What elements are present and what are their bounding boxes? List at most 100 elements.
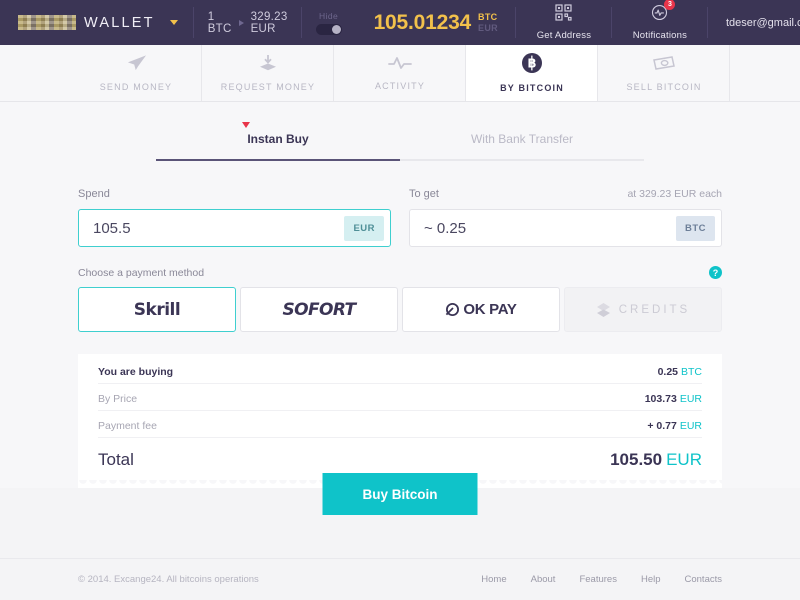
brand-logo-icon [18,15,76,30]
credits-label: CREDITS [618,303,691,316]
bitcoin-circle-icon: B [522,53,542,78]
tab-label: SEND MONEY [99,82,173,92]
pulse-line-icon [388,55,412,76]
total-label: Total [98,450,134,469]
summary-row-value: + 0.77 EUR [647,420,702,432]
footer-link-help[interactable]: Help [641,574,661,585]
question-mark-icon[interactable]: ? [709,266,722,279]
tab-sell-bitcoin[interactable]: SELL BITCOIN [598,45,730,101]
download-tray-icon [258,54,278,77]
rate-from: 1 BTC [207,10,232,35]
credits-logo: CREDITS [596,302,690,318]
exchange-rate-display: 1 BTC 329.23 EUR [194,0,302,45]
qr-code-icon [555,4,573,26]
arrow-right-icon [238,19,244,26]
top-bar: WALLET 1 BTC 329.23 EUR Hide 105.01234 B… [0,0,800,45]
balance-units: BTC EUR [478,12,498,32]
summary-row-amount: + 0.77 [647,420,677,432]
okpay-label: OK PAY [463,301,517,318]
toget-currency-badge: BTC [675,215,715,241]
notifications-icon: 3 [651,0,676,26]
summary-row-label: You are buying [98,366,174,378]
subtab-instan-buy[interactable]: Instan Buy [156,132,400,161]
copyright-text: © 2014. Excange24. All bitcoins operatio… [78,574,259,585]
skrill-logo: Skrill [133,299,181,320]
balance-amount: 105.01234 [373,10,472,34]
buy-form: Spend 105.5 EUR To get at 329.23 EUR eac… [0,161,800,515]
payment-method-credits[interactable]: CREDITS [564,287,722,332]
footer-links: Home About Features Help Contacts [481,574,722,585]
summary-row-label: Payment fee [98,420,157,432]
tab-send-money[interactable]: SEND MONEY [70,45,202,101]
summary-row-you-are-buying: You are buying 0.25 BTC [98,354,702,384]
toggle-knob [331,24,341,34]
hide-toggle-label: Hide [319,10,339,21]
get-address-label: Get Address [536,30,592,41]
order-summary: You are buying 0.25 BTC By Price 103.73 EU… [78,354,722,515]
footer-link-contacts[interactable]: Contacts [685,574,723,585]
notifications-label: Notifications [632,30,688,41]
summary-row-value: 103.73 EUR [645,393,702,405]
toget-value[interactable]: ~ 0.25 [424,220,466,237]
tab-label: REQUEST MONEY [220,82,316,92]
paper-plane-icon [126,54,147,77]
toget-input[interactable]: ~ 0.25 BTC [409,209,722,247]
subtab-with-bank-transfer[interactable]: With Bank Transfer [400,132,644,161]
spend-label: Spend [78,188,110,200]
summary-row-payment-fee: Payment fee + 0.77 EUR [98,411,702,438]
summary-row-amount: 0.25 [657,366,678,378]
tab-activity[interactable]: ACTIVITY [334,45,466,101]
toget-label: To get [409,188,439,200]
sub-tabs: Instan Buy With Bank Transfer [156,102,644,161]
chevron-down-icon [169,20,178,25]
balance-unit-eur: EUR [478,22,498,33]
summary-row-value: 0.25 BTC [658,366,702,378]
summary-lines: You are buying 0.25 BTC By Price 103.73 EU… [78,354,722,480]
toget-field-head: To get at 329.23 EUR each [409,188,722,200]
footer-link-home[interactable]: Home [481,574,506,585]
amount-row: Spend 105.5 EUR To get at 329.23 EUR eac… [78,188,722,247]
wallet-logo-menu[interactable]: WALLET [0,0,194,45]
user-menu[interactable]: tdeser@gmail.com [708,0,800,45]
summary-row-currency: EUR [679,420,702,432]
notification-count-badge: 3 [664,0,676,10]
footer-link-about[interactable]: About [531,574,556,585]
notifications-button[interactable]: 3 Notifications [612,0,708,45]
summary-row-currency: EUR [679,393,702,405]
hide-balance-toggle[interactable]: Hide [302,0,356,45]
tab-request-money[interactable]: REQUEST MONEY [202,45,334,101]
spend-input[interactable]: 105.5 EUR [78,209,391,247]
spend-field-group: Spend 105.5 EUR [78,188,391,247]
get-address-button[interactable]: Get Address [516,0,612,45]
tab-by-bitcoin[interactable]: B BY BITCOIN [466,45,598,101]
payment-method-skrill[interactable]: Skrill [78,287,236,332]
spend-value[interactable]: 105.5 [93,220,131,237]
payment-method-sofort[interactable]: SOFORT [240,287,398,332]
tab-label: BY BITCOIN [500,83,564,93]
spend-currency-badge: EUR [344,215,384,241]
footer: © 2014. Excange24. All bitcoins operatio… [0,558,800,600]
summary-row-by-price: By Price 103.73 EUR [98,384,702,411]
sofort-logo: SOFORT [282,299,356,320]
balance-unit-btc: BTC [478,12,498,23]
banknote-icon [652,55,676,77]
payment-method-okpay[interactable]: OK PAY [402,287,560,332]
rate-to: 329.23 EUR [250,10,288,35]
tab-label: ACTIVITY [374,81,426,91]
summary-row-amount: 103.73 [644,393,677,405]
cursor-pointer-marker [242,122,250,128]
logo-text: WALLET [84,14,155,31]
toget-field-group: To get at 329.23 EUR each ~ 0.25 BTC [409,188,722,247]
buy-bitcoin-button[interactable]: Buy Bitcoin [322,473,478,515]
total-value: 105.50 EUR [610,450,702,470]
total-currency: EUR [666,450,702,469]
toggle-switch[interactable] [315,23,342,35]
spend-field-head: Spend [78,188,391,200]
balance-display: 105.01234 BTC EUR [356,0,517,45]
footer-link-features[interactable]: Features [579,574,617,585]
payment-method-header: Choose a payment method ? [78,266,722,279]
summary-row-label: By Price [98,393,138,405]
main-navigation: SEND MONEY REQUEST MONEY ACTIVITY B BY B… [0,45,800,102]
exchange-rate-note: at 329.23 EUR each [627,188,722,200]
tab-label: SELL BITCOIN [626,81,702,92]
